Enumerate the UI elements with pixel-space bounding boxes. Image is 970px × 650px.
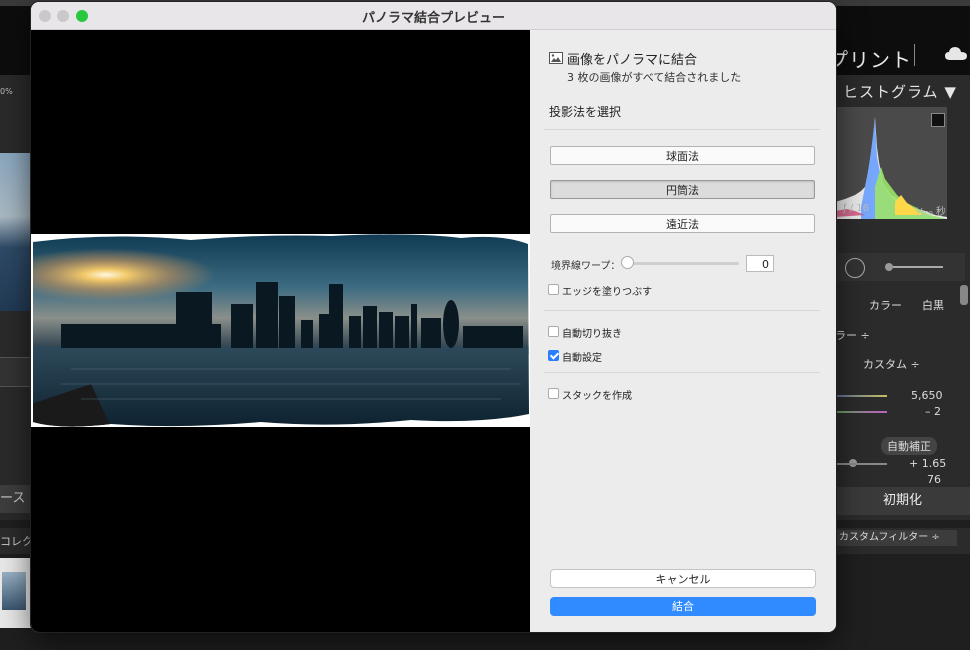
exposure-slider[interactable] [835,463,887,465]
auto-settings-checkbox[interactable] [548,350,559,361]
dialog-titlebar: パノラマ結合プレビュー [31,2,836,30]
bw-treatment[interactable]: 白黒 [922,297,944,313]
module-print[interactable]: プリント [828,44,912,73]
left-panel: 0% ースト [0,75,32,575]
tint-value[interactable]: – 2 [925,405,941,418]
auto-tone-button[interactable]: 自動補正 [881,437,937,455]
merge-options-panel: 画像をパノラマに結合 3 枚の画像がすべて結合されました 投影法を選択 球面法 … [530,30,836,632]
left-panel-button[interactable]: ースト [0,485,32,534]
tool-circle-icon[interactable] [845,258,865,278]
wb-select[interactable]: カスタム ÷ [863,356,920,372]
boundary-warp-value[interactable]: 0 [746,255,774,272]
create-stack-checkbox[interactable] [548,388,559,399]
right-develop-panel: ヒストグラム ▼ ƒ / 16 ¹⁄₂₀₀ 秒 カラー 白黒 ラー ÷ カスタム… [835,75,970,520]
histogram-title[interactable]: ヒストグラム ▼ [843,81,957,102]
right-panel-scrollbar[interactable] [960,285,968,305]
merge-button[interactable]: 結合 [550,597,816,616]
contrast-value[interactable]: 76 [927,473,941,486]
dialog-title: パノラマ結合プレビュー [361,11,505,26]
auto-crop-checkbox[interactable] [548,326,559,337]
custom-filter-select[interactable]: カスタムフィルター ÷ [835,530,957,546]
merge-status: 3 枚の画像がすべて結合されました [567,71,742,84]
temp-value[interactable]: 5,650 [911,389,943,402]
divider [544,310,820,311]
projection-spherical-button[interactable]: 球面法 [550,146,815,165]
tool-slider-knob[interactable] [885,263,893,271]
boundary-warp-slider[interactable] [621,256,634,269]
panorama-image [31,234,530,427]
boundary-warp-label: 境界線ワープ： [551,261,621,272]
shutter-value: ¹⁄₂₀₀ 秒 [915,207,946,218]
tool-slider-track[interactable] [893,266,943,268]
thumbnail-photo [2,572,26,610]
projection-section-label: 投影法を選択 [549,105,622,119]
auto-settings-label: 自動設定 [562,353,602,364]
panorama-image-icon [549,52,563,64]
left-panel-band [0,357,32,387]
histogram-clipping-icon[interactable] [931,113,945,127]
boundary-warp-track[interactable] [627,262,739,265]
color-treatment[interactable]: カラー [869,297,902,313]
cloud-icon[interactable] [944,44,968,64]
fill-edges-label: エッジを塗りつぶす [562,287,653,298]
auto-crop-label: 自動切り抜き [562,329,622,340]
zoom-level[interactable]: 0% [0,87,13,96]
profile-select[interactable]: ラー ÷ [835,327,870,343]
reset-button[interactable]: 初期化 [835,487,970,515]
merge-heading: 画像をパノラマに結合 [567,53,698,68]
projection-cylindrical-button[interactable]: 円筒法 [550,180,815,199]
projection-perspective-button[interactable]: 遠近法 [550,214,815,233]
cancel-button[interactable]: キャンセル [550,569,816,588]
tint-slider[interactable] [835,411,887,413]
panorama-merge-dialog: パノラマ結合プレビュー 画像をパノラマに結合 3 枚の画像がすべて結合されました… [31,2,836,632]
aperture-value: ƒ / 16 [843,203,869,214]
divider [544,129,820,130]
module-separator [914,44,915,66]
filmstrip-thumbnail[interactable] [0,558,32,628]
exposure-value[interactable]: + 1.65 [909,457,946,470]
fill-edges-checkbox[interactable] [548,284,559,295]
create-stack-label: スタックを作成 [562,391,632,402]
navigator-thumbnail[interactable] [0,153,30,311]
panorama-preview [31,30,530,632]
temp-slider[interactable] [835,395,887,397]
divider [544,372,820,373]
